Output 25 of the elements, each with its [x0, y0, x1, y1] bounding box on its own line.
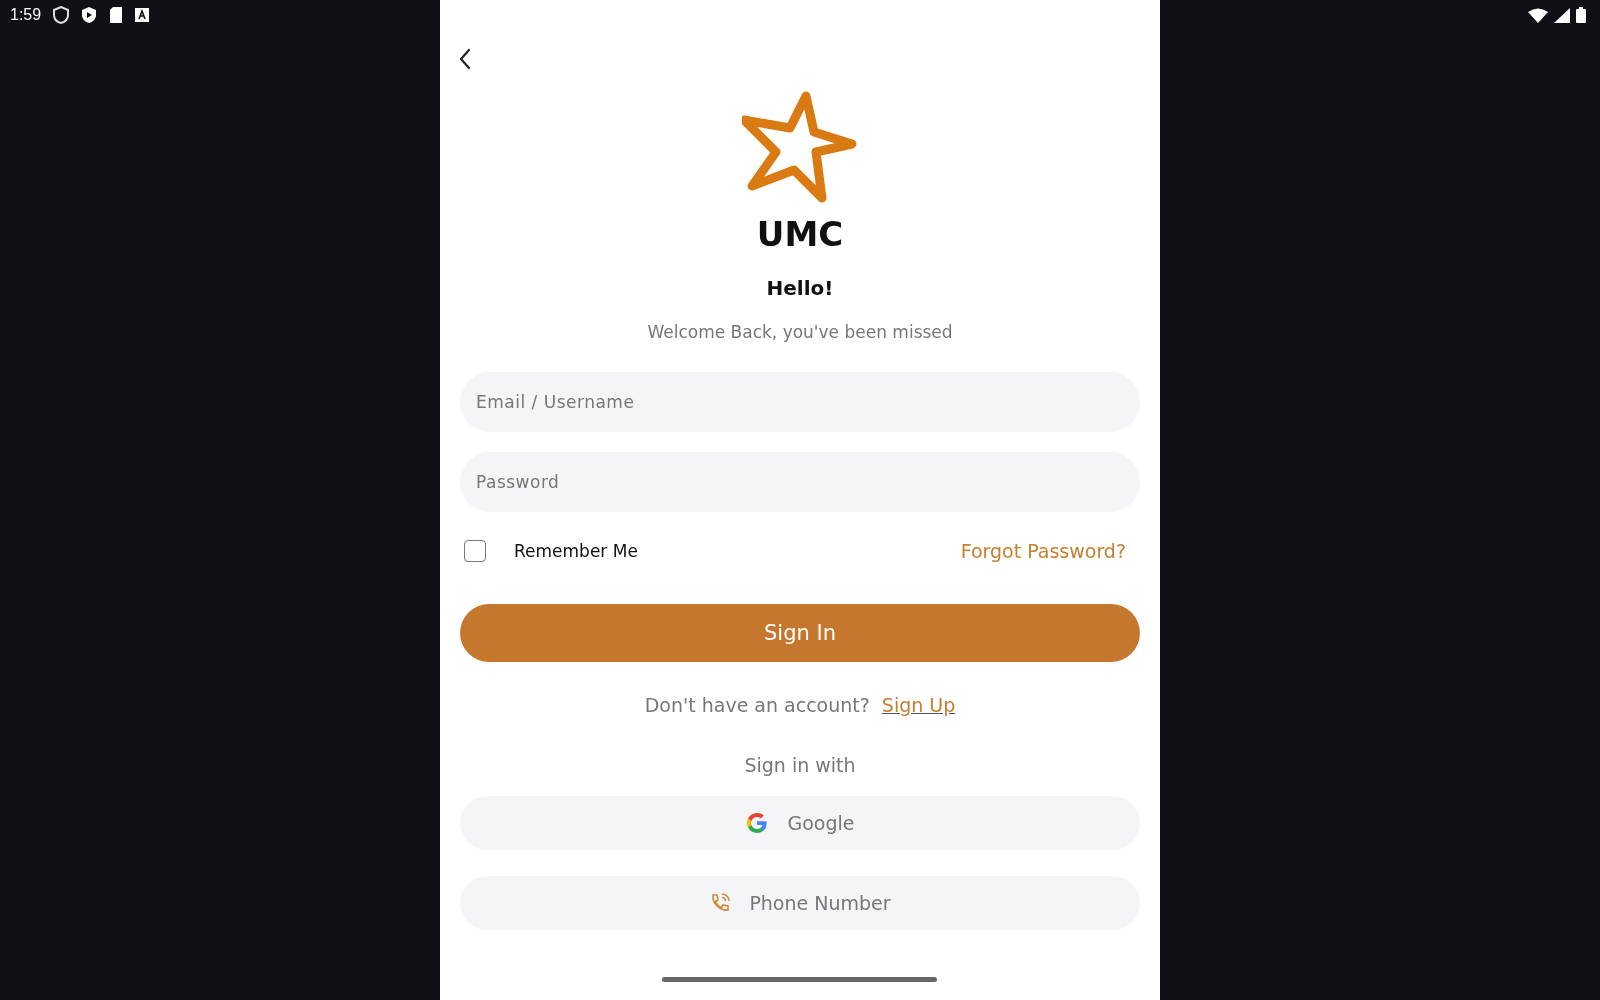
brand-name: UMC: [756, 214, 844, 254]
app-icon: [135, 8, 150, 22]
wifi-icon: [1528, 7, 1548, 23]
google-sign-in-button[interactable]: Google: [460, 796, 1140, 850]
back-icon[interactable]: [458, 48, 472, 70]
input-field[interactable]: Password: [460, 452, 1140, 512]
status-time: 1:59: [10, 6, 42, 24]
sign-in-with-label: Sign in with: [744, 754, 856, 776]
sign-in-button[interactable]: Sign In: [460, 604, 1140, 662]
sign-up-link[interactable]: Sign Up: [881, 694, 956, 716]
remember-label: Remember Me: [514, 541, 638, 561]
remember-checkbox[interactable]: [464, 540, 486, 562]
google-g-icon: [745, 811, 770, 835]
input-field[interactable]: Email / Username: [460, 372, 1140, 432]
forgot-password-link[interactable]: Forgot Password?: [960, 540, 1140, 562]
signal-icon: [1554, 7, 1570, 23]
shield-icon: [53, 6, 70, 24]
phone-icon: [709, 892, 732, 914]
play-shield-icon: [81, 6, 98, 24]
welcome-subtitle: Welcome Back, you've been missed: [647, 322, 953, 342]
phone-sign-in-button[interactable]: Phone Number: [460, 876, 1140, 930]
sd-card-icon: [109, 6, 124, 24]
signup-prompt: Don't have an account?: [644, 694, 870, 716]
battery-icon: [1576, 7, 1586, 23]
greeting-title: Hello!: [766, 276, 834, 300]
